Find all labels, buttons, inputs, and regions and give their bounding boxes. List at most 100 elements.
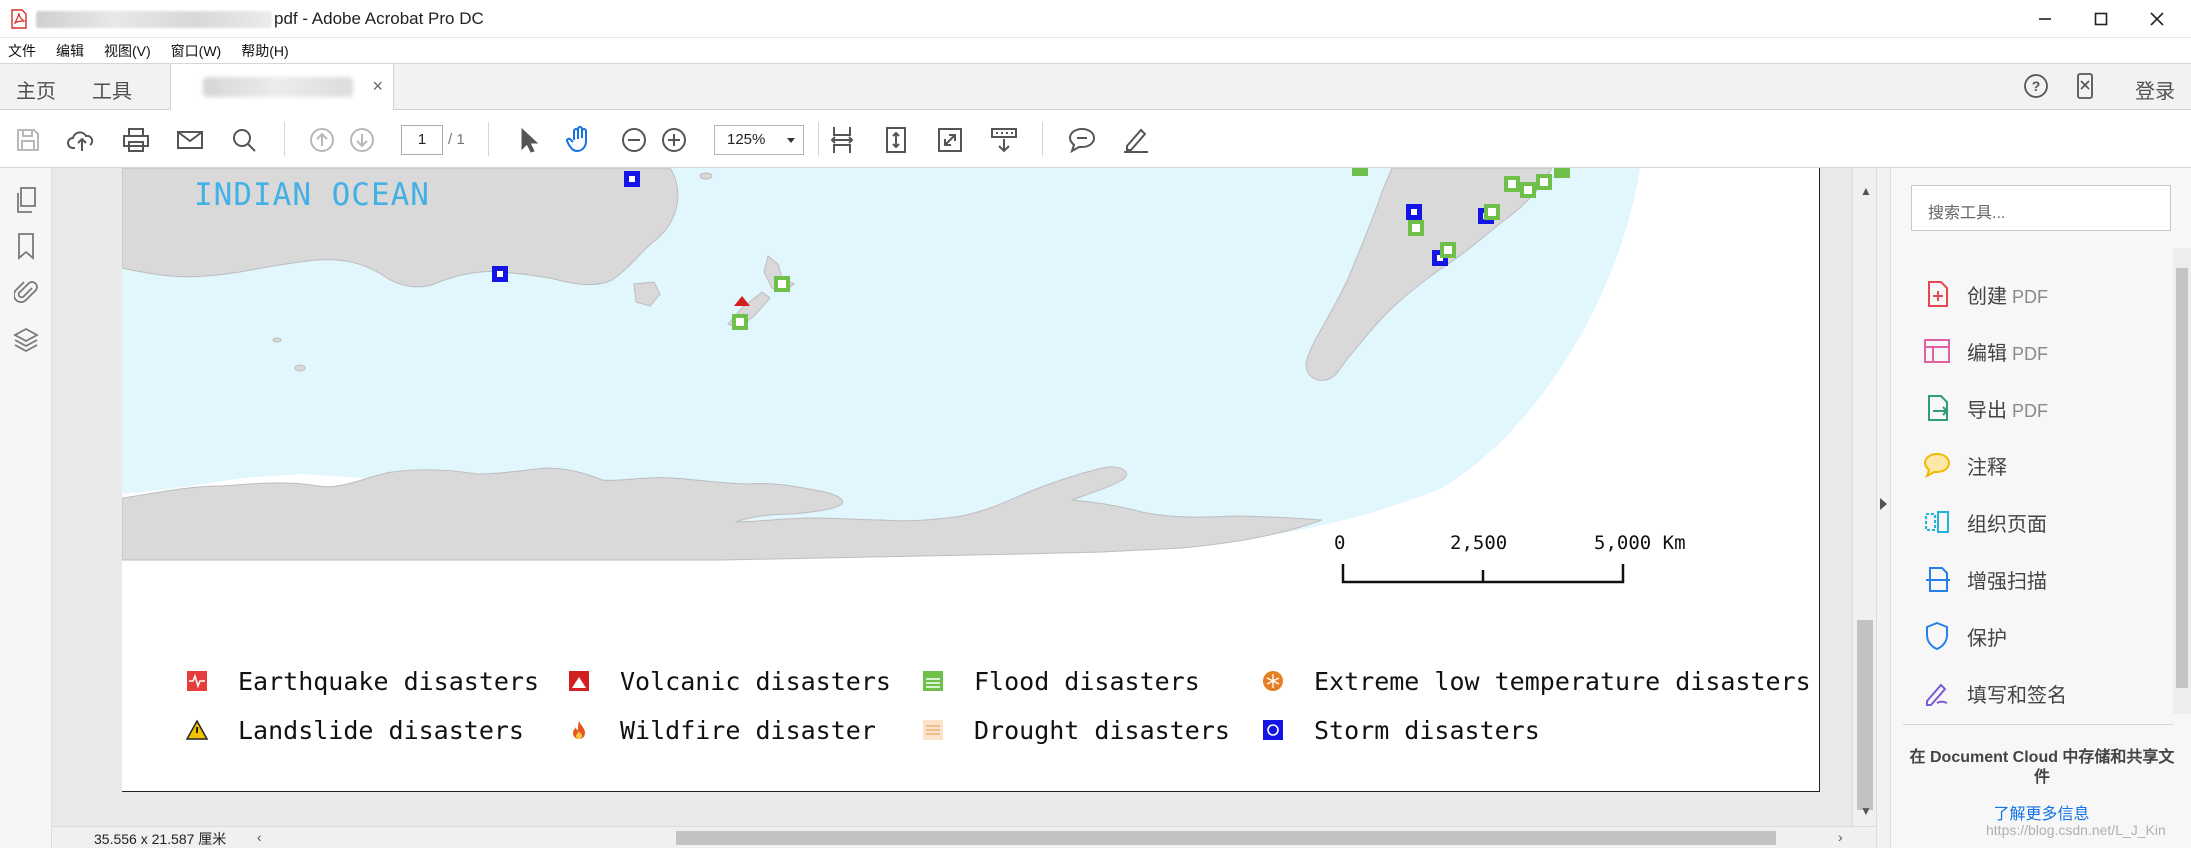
tab-document[interactable]: × (170, 64, 394, 110)
menu-edit[interactable]: 编辑 (56, 41, 84, 61)
pen-highlight-icon (1124, 128, 1148, 153)
menu-window[interactable]: 窗口(W) (171, 41, 222, 61)
cursor-arrow-icon (521, 127, 539, 153)
redacted-filename (36, 11, 272, 28)
tool-fill-sign[interactable]: 填写和签名 (1921, 675, 2067, 711)
tools-pane-scroll-thumb[interactable] (2176, 268, 2188, 688)
tool-organize-pages[interactable]: 组织页面 (1921, 504, 2047, 540)
tool-create-pdf[interactable]: 创建 PDF (1921, 276, 2048, 312)
flood-icon (923, 671, 943, 691)
next-page-button[interactable] (346, 124, 378, 156)
island (699, 172, 713, 180)
maximize-button[interactable] (2074, 0, 2128, 38)
zoom-in-button[interactable] (658, 124, 690, 156)
save-button[interactable] (12, 124, 44, 156)
pdf-page: INDIAN OCEAN 0 2,500 5,000 Km Earthquake… (122, 168, 1820, 792)
organize-pages-icon (1925, 511, 1949, 533)
page-size-readout: 35.556 x 21.587 厘米 (94, 831, 227, 847)
menu-bar: 文件 编辑 视图(V) 窗口(W) 帮助(H) (0, 38, 2191, 64)
document-viewport: INDIAN OCEAN 0 2,500 5,000 Km Earthquake… (52, 168, 1852, 848)
layers-button[interactable] (12, 326, 40, 354)
layers-icon (13, 327, 39, 353)
toolbar-separator (1042, 122, 1043, 156)
legend-label: Extreme low temperature disasters (1314, 666, 1811, 696)
previous-page-button[interactable] (306, 124, 338, 156)
bookmarks-button[interactable] (12, 232, 40, 260)
fit-width-button[interactable] (826, 124, 858, 156)
mobile-link-icon[interactable] (2072, 72, 2098, 100)
flood-marker (1504, 176, 1520, 192)
upload-cloud-button[interactable] (66, 124, 98, 156)
legend-item: Extreme low temperature disasters (1262, 666, 1811, 696)
flood-marker (1440, 242, 1456, 258)
collapse-right-pane-icon[interactable] (1880, 498, 1887, 510)
tab-tools[interactable]: 工具 (92, 75, 132, 104)
select-tool-button[interactable] (512, 124, 544, 156)
tool-protect[interactable]: 保护 (1921, 618, 2007, 654)
volcano-icon (569, 671, 589, 691)
storm-icon (1263, 720, 1283, 740)
add-comment-button[interactable] (1066, 124, 1098, 156)
tools-pane-scrollbar[interactable] (2173, 248, 2191, 714)
legend-item: Volcanic disasters (568, 666, 891, 696)
window-title: pdf - Adobe Acrobat Pro DC (274, 9, 484, 28)
legend-label: Wildfire disaster (620, 715, 876, 745)
search-button[interactable] (228, 124, 260, 156)
storm-marker (624, 171, 640, 187)
legend-item: Drought disasters (922, 715, 1230, 745)
menu-help[interactable]: 帮助(H) (241, 41, 288, 61)
page-number-input[interactable]: 1 (401, 125, 443, 155)
tab-home[interactable]: 主页 (16, 75, 56, 104)
scroll-mode-icon (991, 128, 1017, 153)
scroll-right-icon[interactable]: › (1838, 829, 1843, 845)
minimize-button[interactable] (2018, 0, 2072, 38)
menu-view[interactable]: 视图(V) (104, 41, 151, 61)
zoom-level-select[interactable]: 125% (714, 125, 804, 155)
search-tools-input[interactable]: 搜索工具... (1911, 185, 2171, 231)
help-icon[interactable]: ? (2022, 72, 2050, 100)
fit-page-button[interactable] (880, 124, 912, 156)
cloud-upload-icon (67, 131, 94, 151)
scroll-mode-button[interactable] (988, 124, 1020, 156)
learn-more-link[interactable]: 了解更多信息 (1891, 800, 2191, 824)
legend-item: Storm disasters (1262, 715, 1540, 745)
horizontal-scroll-thumb[interactable] (676, 831, 1776, 845)
tool-export-pdf[interactable]: 导出 PDF (1921, 390, 2048, 426)
arrow-up-circle-icon (310, 128, 334, 152)
drought-icon (923, 720, 943, 740)
tool-comment[interactable]: 注释 (1921, 447, 2007, 483)
page-thumbnails-button[interactable] (12, 186, 40, 214)
tool-label: 组织页面 (1967, 513, 2047, 536)
menu-file[interactable]: 文件 (8, 41, 36, 61)
island (272, 337, 282, 343)
minimize-icon (2039, 18, 2051, 20)
tool-enhance-scan[interactable]: 增强扫描 (1921, 561, 2047, 597)
full-screen-button[interactable] (934, 124, 966, 156)
legend-label: Earthquake disasters (238, 666, 540, 696)
scale-bar (1341, 564, 1625, 584)
attachments-button[interactable] (12, 278, 40, 306)
scroll-up-icon[interactable]: ▲ (1860, 184, 1872, 198)
email-button[interactable] (174, 124, 206, 156)
scroll-down-icon[interactable]: ▼ (1860, 804, 1872, 818)
highlight-button[interactable] (1120, 124, 1152, 156)
legend-item: Landslide disasters (186, 715, 524, 745)
ocean-label: INDIAN OCEAN (194, 177, 430, 213)
hand-tool-button[interactable] (564, 124, 596, 156)
title-bar: pdf - Adobe Acrobat Pro DC (0, 0, 2191, 38)
vertical-scroll-thumb[interactable] (1857, 620, 1873, 810)
tool-edit-pdf[interactable]: 编辑 PDF (1921, 333, 2048, 369)
status-bar: 35.556 x 21.587 厘米 ‹ › (52, 826, 1876, 848)
print-button[interactable] (120, 124, 152, 156)
login-button[interactable]: 登录 (2135, 75, 2175, 104)
paperclip-icon (14, 281, 38, 303)
close-button[interactable] (2130, 0, 2184, 38)
vertical-scrollbar[interactable]: ▲ ▼ (1852, 168, 1876, 826)
storm-marker (1406, 204, 1422, 220)
flood-marker (1352, 168, 1368, 176)
toolbar-separator (284, 122, 285, 156)
scroll-left-icon[interactable]: ‹ (257, 829, 262, 845)
save-icon (17, 129, 39, 151)
close-tab-icon[interactable]: × (372, 76, 383, 97)
zoom-out-button[interactable] (618, 124, 650, 156)
